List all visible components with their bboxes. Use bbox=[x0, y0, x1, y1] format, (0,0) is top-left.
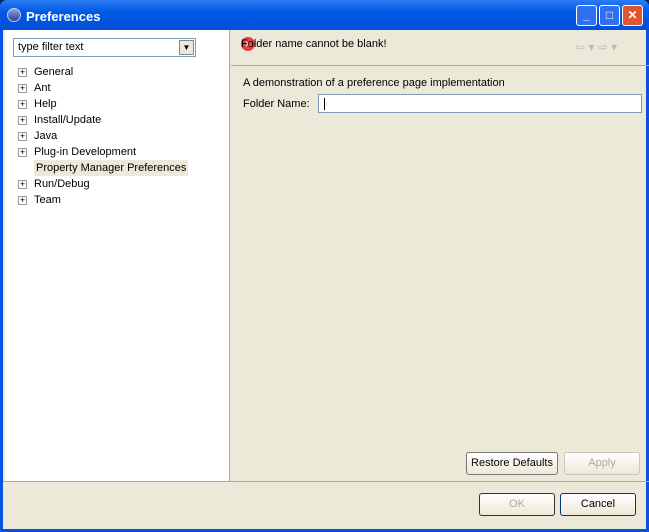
restore-defaults-button[interactable]: Restore Defaults bbox=[466, 452, 558, 475]
tree-item-label: Plug-in Development bbox=[34, 146, 137, 158]
maximize-button[interactable]: □ bbox=[599, 5, 620, 26]
tree-item-label: Install/Update bbox=[34, 114, 102, 126]
preference-tree-panel: type filter text ▼ + General + Ant + Help + Inst… bbox=[5, 30, 230, 481]
forward-icon[interactable]: ⇨ ▾ bbox=[598, 40, 617, 54]
tree-item[interactable]: + Plug-in Development bbox=[17, 144, 188, 160]
tree-item-label: Ant bbox=[34, 82, 51, 94]
tree-item[interactable]: Property Manager Preferences bbox=[17, 160, 189, 176]
filter-input[interactable]: type filter text ▼ bbox=[13, 38, 196, 57]
expand-icon[interactable]: + bbox=[18, 180, 27, 189]
tree-item[interactable]: + Help bbox=[17, 96, 188, 112]
expand-icon[interactable]: + bbox=[18, 68, 27, 77]
window-title: Preferences bbox=[26, 9, 101, 24]
dropdown-arrow-icon[interactable]: ▼ bbox=[179, 40, 194, 55]
tree-item-label: Property Manager Preferences bbox=[34, 160, 189, 176]
folder-name-input[interactable] bbox=[318, 94, 642, 113]
tree-item[interactable]: + Java bbox=[17, 128, 188, 144]
title-bar: Preferences _ □ ✕ bbox=[0, 0, 649, 30]
tree-item-label: General bbox=[34, 66, 74, 78]
apply-button[interactable]: Apply bbox=[564, 452, 640, 475]
error-message: Folder name cannot be blank! bbox=[241, 38, 387, 50]
ok-button[interactable]: OK bbox=[479, 493, 555, 516]
close-button[interactable]: ✕ bbox=[622, 5, 643, 26]
filter-text: type filter text bbox=[18, 41, 84, 53]
tree-item[interactable]: + Team bbox=[17, 192, 188, 208]
tree-item-label: Java bbox=[34, 130, 58, 142]
tree-item-label: Team bbox=[34, 194, 61, 206]
folder-name-label: Folder Name: bbox=[243, 98, 310, 110]
tree-item-label: Help bbox=[34, 98, 57, 110]
tree-item[interactable]: + Run/Debug bbox=[17, 176, 188, 192]
navigation: ⇦ ▾ ⇨ ▾ bbox=[575, 40, 617, 54]
divider bbox=[3, 481, 649, 482]
preference-tree: + General + Ant + Help + Install/Update + Java + Pl… bbox=[17, 64, 189, 208]
expand-icon[interactable]: + bbox=[18, 84, 27, 93]
tree-item[interactable]: + Ant bbox=[17, 80, 188, 96]
expand-icon[interactable]: + bbox=[18, 196, 27, 205]
expand-icon[interactable]: + bbox=[18, 116, 27, 125]
preferences-dialog: Preferences _ □ ✕ type filter text ▼ + Gen… bbox=[0, 0, 649, 532]
divider bbox=[231, 65, 649, 66]
eclipse-icon bbox=[7, 8, 21, 22]
page-description: A demonstration of a preference page imp… bbox=[243, 77, 505, 89]
expand-icon[interactable]: + bbox=[18, 132, 27, 141]
tree-item[interactable]: + Install/Update bbox=[17, 112, 188, 128]
minimize-button[interactable]: _ bbox=[576, 5, 597, 26]
tree-item-label: Run/Debug bbox=[34, 178, 90, 190]
back-icon[interactable]: ⇦ ▾ bbox=[575, 40, 594, 54]
tree-item[interactable]: + General bbox=[17, 64, 188, 80]
cancel-button[interactable]: Cancel bbox=[560, 493, 636, 516]
expand-icon[interactable]: + bbox=[18, 148, 27, 157]
expand-icon[interactable]: + bbox=[18, 100, 27, 109]
